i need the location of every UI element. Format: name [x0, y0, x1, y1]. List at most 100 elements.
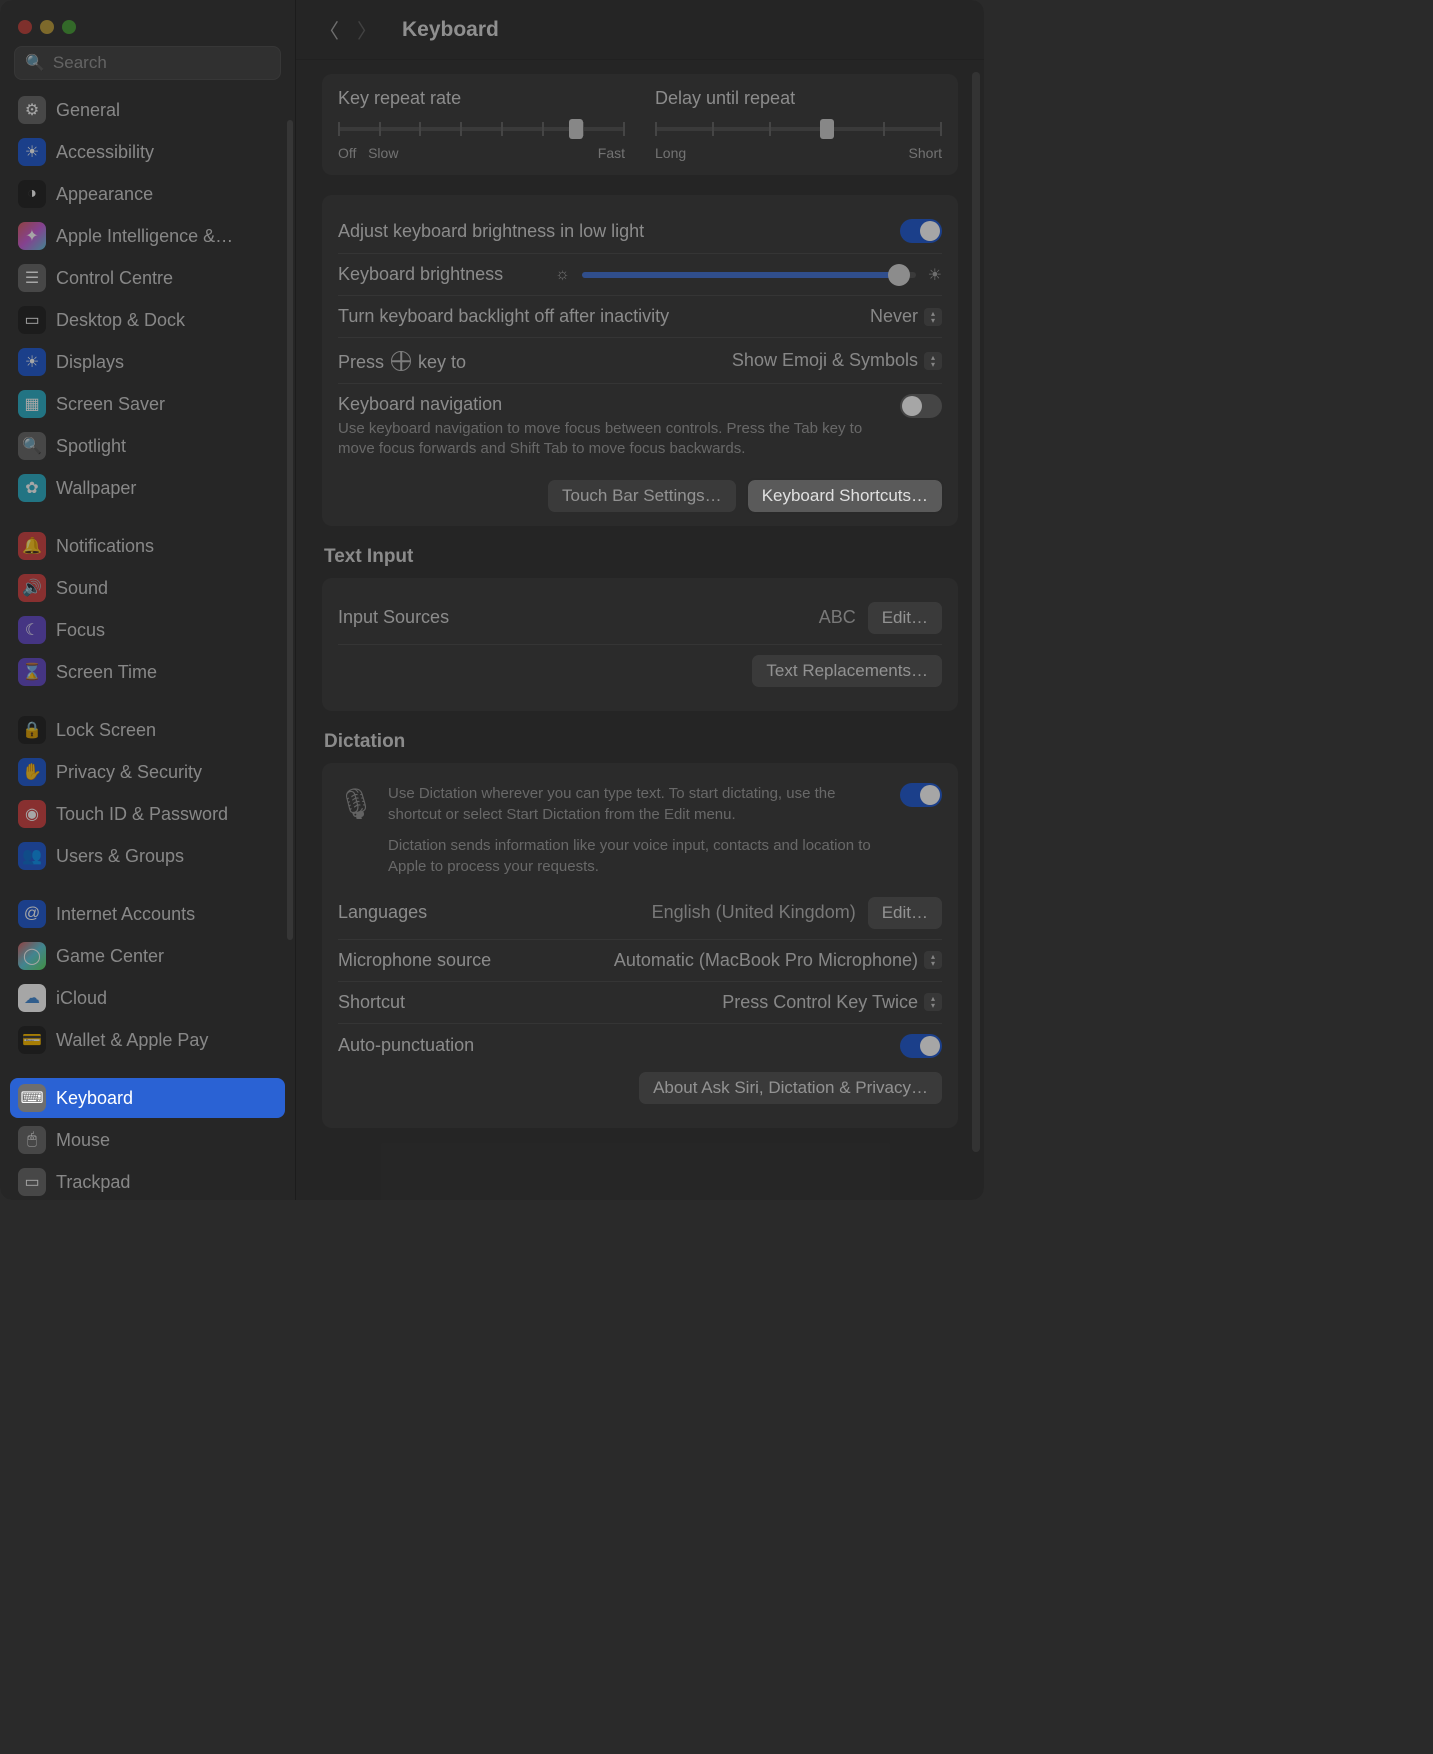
sidebar-item-sound[interactable]: 🔊Sound [10, 568, 285, 608]
sidebar-item-label: Sound [56, 578, 108, 599]
sidebar-item-label: Mouse [56, 1130, 110, 1151]
keyboard-brightness-slider[interactable] [582, 272, 916, 278]
key-repeat-slow-label: Slow [368, 145, 398, 161]
sidebar: 🔍 Search ⚙General☀Accessibility◑Appearan… [0, 0, 296, 1200]
sidebar-item-control-centre[interactable]: ☰Control Centre [10, 258, 285, 298]
touch-bar-settings-button[interactable]: Touch Bar Settings… [548, 480, 736, 512]
sidebar-item-label: Spotlight [56, 436, 126, 457]
text-input-panel: Input Sources ABC Edit… Text Replacement… [322, 578, 958, 711]
search-placeholder: Search [53, 53, 107, 73]
dictation-toggle[interactable] [900, 783, 942, 807]
sidebar-item-touch-id-password[interactable]: ◉ Touch ID & Password [10, 794, 285, 834]
input-sources-value: ABC [819, 607, 856, 628]
keyboard-navigation-label: Keyboard navigation [338, 394, 888, 415]
sidebar-item-icloud[interactable]: ☁iCloud [10, 978, 285, 1018]
keyboard-shortcuts-button[interactable]: Keyboard Shortcuts… [748, 480, 942, 512]
sidebar-item-label: Focus [56, 620, 105, 641]
press-globe-value: Show Emoji & Symbols [732, 350, 918, 371]
sidebar-item-internet-accounts[interactable]: @Internet Accounts [10, 894, 285, 934]
screen-time-icon: ⌛ [18, 658, 46, 686]
delay-until-repeat-label: Delay until repeat [655, 88, 942, 109]
sidebar-item-game-center[interactable]: ◯Game Center [10, 936, 285, 976]
desktop-dock-icon: ▭ [18, 306, 46, 334]
sidebar-item-notifications[interactable]: 🔔 Notifications [10, 526, 285, 566]
dictation-shortcut-popup[interactable]: Press Control Key Twice ▴▾ [722, 992, 942, 1013]
sidebar-item-label: Wallet & Apple Pay [56, 1030, 208, 1051]
key-repeat-panel: Key repeat rate Off Slow Fast Delay unt [322, 74, 958, 175]
adjust-brightness-low-light-toggle[interactable] [900, 219, 942, 243]
adjust-brightness-low-light-label: Adjust keyboard brightness in low light [338, 221, 644, 242]
sidebar-item-desktop-dock[interactable]: ▭ Desktop & Dock [10, 300, 285, 340]
sidebar-item-spotlight[interactable]: 🔍 Spotlight [10, 426, 285, 466]
chevron-updown-icon: ▴▾ [924, 993, 942, 1011]
sidebar-item-general[interactable]: ⚙General [10, 90, 285, 130]
notifications-icon: 🔔 [18, 532, 46, 560]
sidebar-item-label: Internet Accounts [56, 904, 195, 925]
nav-back-button[interactable]: 〈 [316, 17, 342, 43]
privacy-security-icon: ✋ [18, 758, 46, 786]
press-globe-popup[interactable]: Show Emoji & Symbols ▴▾ [732, 350, 942, 371]
keyboard-options-panel: Adjust keyboard brightness in low light … [322, 195, 958, 526]
text-replacements-button[interactable]: Text Replacements… [752, 655, 942, 687]
auto-punctuation-label: Auto-punctuation [338, 1035, 474, 1056]
sidebar-list[interactable]: ⚙General☀Accessibility◑Appearance✦Apple … [0, 90, 295, 1200]
dictation-description-1: Use Dictation wherever you can type text… [388, 783, 886, 825]
touch-id-password-icon: ◉ [18, 800, 46, 828]
page-title: Keyboard [402, 18, 499, 42]
sidebar-item-focus[interactable]: ☾Focus [10, 610, 285, 650]
search-input[interactable]: 🔍 Search [14, 46, 281, 80]
sidebar-item-screen-saver[interactable]: ▦Screen Saver [10, 384, 285, 424]
sidebar-item-screen-time[interactable]: ⌛Screen Time [10, 652, 285, 692]
key-repeat-rate-slider[interactable] [338, 119, 625, 139]
delay-until-repeat-slider[interactable] [655, 119, 942, 139]
microphone-source-popup[interactable]: Automatic (MacBook Pro Microphone) ▴▾ [614, 950, 942, 971]
microphone-source-label: Microphone source [338, 950, 491, 971]
control-centre-icon: ☰ [18, 264, 46, 292]
main-pane: 〈 〉 Keyboard Key repeat rate Off [296, 0, 984, 1200]
keyboard-brightness-label: Keyboard brightness [338, 264, 503, 285]
press-globe-label: Press key to [338, 348, 466, 373]
sidebar-item-label: Keyboard [56, 1088, 133, 1109]
keyboard-navigation-toggle[interactable] [900, 394, 942, 418]
sidebar-item-apple-intelligence-[interactable]: ✦Apple Intelligence &… [10, 216, 285, 256]
sidebar-item-keyboard[interactable]: ⌨Keyboard [10, 1078, 285, 1118]
dictation-languages-edit-button[interactable]: Edit… [868, 897, 942, 929]
sidebar-item-label: Notifications [56, 536, 154, 557]
content-scrollbar[interactable] [972, 72, 980, 1152]
sidebar-item-displays[interactable]: ☀Displays [10, 342, 285, 382]
sidebar-item-label: Game Center [56, 946, 164, 967]
sidebar-item-label: iCloud [56, 988, 107, 1009]
content-scroll[interactable]: Key repeat rate Off Slow Fast Delay unt [296, 60, 984, 1200]
sidebar-item-appearance[interactable]: ◑Appearance [10, 174, 285, 214]
zoom-window-button[interactable] [62, 20, 76, 34]
sidebar-item-label: Users & Groups [56, 846, 184, 867]
close-window-button[interactable] [18, 20, 32, 34]
sidebar-item-users-groups[interactable]: 👥Users & Groups [10, 836, 285, 876]
nav-forward-button[interactable]: 〉 [354, 17, 380, 43]
sidebar-scrollbar[interactable] [287, 120, 293, 940]
sidebar-item-wallet-apple-pay[interactable]: 💳 Wallet & Apple Pay [10, 1020, 285, 1060]
minimize-window-button[interactable] [40, 20, 54, 34]
sidebar-item-privacy-security[interactable]: ✋Privacy & Security [10, 752, 285, 792]
chevron-updown-icon: ▴▾ [924, 352, 942, 370]
input-sources-label: Input Sources [338, 607, 449, 628]
wallet-apple-pay-icon: 💳 [18, 1026, 46, 1054]
sidebar-item-label: Desktop & Dock [56, 310, 185, 331]
sidebar-item-wallpaper[interactable]: ✿ Wallpaper [10, 468, 285, 508]
sidebar-item-trackpad[interactable]: ▭Trackpad [10, 1162, 285, 1200]
backlight-off-popup[interactable]: Never ▴▾ [870, 306, 942, 327]
sidebar-item-accessibility[interactable]: ☀Accessibility [10, 132, 285, 172]
sidebar-item-label: Wallpaper [56, 478, 136, 499]
input-sources-edit-button[interactable]: Edit… [868, 602, 942, 634]
sidebar-item-lock-screen[interactable]: 🔒Lock Screen [10, 710, 285, 750]
sidebar-item-label: Apple Intelligence &… [56, 226, 233, 247]
sidebar-item-label: Touch ID & Password [56, 804, 228, 825]
spotlight-icon: 🔍 [18, 432, 46, 460]
screen-saver-icon: ▦ [18, 390, 46, 418]
sidebar-item-mouse[interactable]: 🖱Mouse [10, 1120, 285, 1160]
about-dictation-privacy-button[interactable]: About Ask Siri, Dictation & Privacy… [639, 1072, 942, 1104]
auto-punctuation-toggle[interactable] [900, 1034, 942, 1058]
wallpaper-icon: ✿ [18, 474, 46, 502]
globe-icon [391, 351, 411, 371]
sidebar-item-label: Appearance [56, 184, 153, 205]
